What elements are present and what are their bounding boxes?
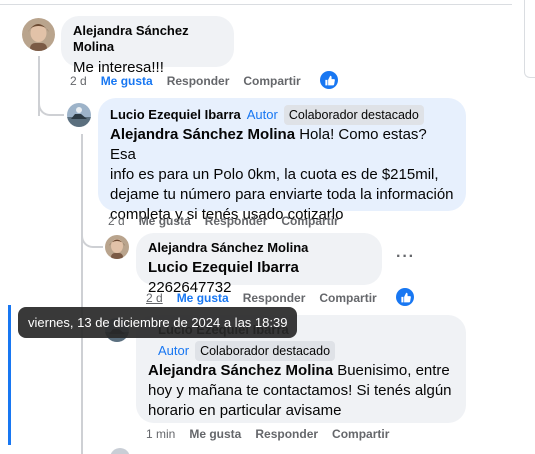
like-button[interactable]: Me gusta [177,291,229,305]
thread-curve [38,100,64,116]
share-button[interactable]: Compartir [332,427,389,441]
comment-bubble: Alejandra Sánchez Molina Me interesa!!! [61,16,234,76]
timestamp-tooltip: viernes, 13 de diciembre de 2024 a las 1… [18,307,298,338]
share-button[interactable]: Compartir [243,74,300,88]
side-panel-edge [524,0,535,78]
like-button[interactable]: Me gusta [139,214,191,228]
comment-author[interactable]: Alejandra Sánchez Molina [73,23,222,55]
reply-button[interactable]: Responder [205,214,268,228]
like-button[interactable]: Me gusta [189,427,241,441]
mention-link[interactable]: Alejandra Sánchez Molina [110,126,295,143]
comment-time[interactable]: 2 d [70,74,87,88]
comment-time[interactable]: 1 min [146,427,175,441]
author-badge: Autor [246,107,278,122]
comment-actions: 2 d Me gusta Responder Compartir [108,214,353,228]
comment-author[interactable]: Alejandra Sánchez Molina [148,240,370,256]
more-options-icon[interactable]: ··· [396,248,415,266]
thumbs-up-icon[interactable] [320,71,338,89]
thread-focus-bar [8,305,11,445]
share-button[interactable]: Compartir [281,214,338,228]
like-button[interactable]: Me gusta [101,74,153,88]
contributor-badge: Colaborador destacado [283,105,424,125]
thumbs-up-icon[interactable] [396,288,414,306]
reply-button[interactable]: Responder [243,291,306,305]
avatar[interactable] [67,103,91,127]
comment-bubble: Lucio Ezequiel Ibarra Autor Colaborador … [98,98,466,223]
avatar[interactable] [22,18,55,51]
reply-button[interactable]: Responder [167,74,230,88]
comment-actions: 1 min Me gusta Responder Compartir [146,427,403,441]
comment-time[interactable]: 2 d [146,291,163,305]
comment-text: Alejandra Sánchez Molina Buenisimo, entr… [148,362,452,419]
reply-button[interactable]: Responder [255,427,318,441]
top-divider [0,0,512,5]
comment-bubble: Alejandra Sánchez Molina Lucio Ezequiel … [136,233,382,296]
avatar[interactable] [110,448,130,454]
mention-link[interactable]: Alejandra Sánchez Molina [148,362,333,379]
share-button[interactable]: Compartir [319,291,376,305]
thread-line [81,134,83,454]
comment-time[interactable]: 2 d [108,214,125,228]
contributor-badge: Colaborador destacado [195,341,336,361]
comment-author[interactable]: Lucio Ezequiel Ibarra [110,107,241,123]
mention-link[interactable]: Lucio Ezequiel Ibarra [148,259,299,276]
comment-actions: 2 d Me gusta Responder Compartir [70,74,315,88]
thread-curve [81,232,103,248]
author-badge: Autor [158,343,190,358]
comment-actions: 2 d Me gusta Responder Compartir [146,291,391,305]
comment-text: Alejandra Sánchez Molina Hola! Como esta… [110,126,454,223]
avatar[interactable] [105,235,129,259]
